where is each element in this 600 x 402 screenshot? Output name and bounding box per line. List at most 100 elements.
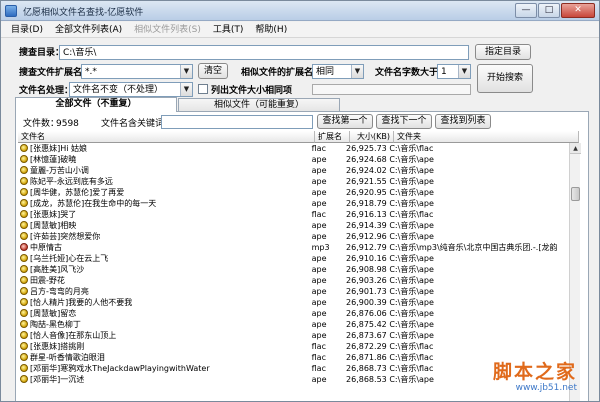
file-name-text: 吕方-弯弯的月亮 xyxy=(30,287,89,296)
table-row[interactable]: [邓丽华]寒鸦戏水TheJackdawPlayingwithWater flac 2… xyxy=(18,363,569,374)
table-row[interactable]: [张惠妹]Hi 姑娘 flac 26,925.73 C:\音乐\flac xyxy=(18,143,569,154)
cell-folder: C:\音乐\ape xyxy=(389,254,434,263)
cell-file-name: [张惠妹]搭挑刚 xyxy=(18,341,310,352)
cell-size: 26,908.98 xyxy=(346,265,387,274)
table-row[interactable]: 陈妃平-永远到底有多远 ape 26,921.55 C:\音乐\ape xyxy=(18,176,569,187)
ext-combo[interactable]: *.* ▼ xyxy=(81,64,193,79)
column-header-ext[interactable]: 扩展名 xyxy=(315,131,350,143)
cell-folder: C:\音乐\ape xyxy=(389,287,434,296)
table-row[interactable]: 陶喆-黑色柳丁 ape 26,875.42 C:\音乐\ape xyxy=(18,319,569,330)
tab-similar-files[interactable]: 相似文件（可能重复） xyxy=(178,98,340,112)
cell-ext: ape xyxy=(311,221,327,230)
audio-file-icon xyxy=(20,353,28,361)
cell-file-name: [高胜美]风飞沙 xyxy=(18,264,310,275)
audio-file-icon xyxy=(20,309,28,317)
scrollbar-thumb[interactable] xyxy=(571,187,580,201)
table-row[interactable]: [周慧敏]留恋 ape 26,876.06 C:\音乐\ape xyxy=(18,308,569,319)
file-count-value: 9598 xyxy=(56,119,79,129)
audio-file-icon xyxy=(20,320,28,328)
table-row[interactable]: 中原情古 mp3 26,912.79 C:\音乐\mp3\纯音乐\北京中国古典乐团.-… xyxy=(18,242,569,253)
menu-directory[interactable]: 目录(D) xyxy=(5,22,49,37)
table-row[interactable]: [恰人音像]在那东山顶上 ape 26,873.67 C:\音乐\ape xyxy=(18,330,569,341)
menu-help[interactable]: 帮助(H) xyxy=(249,22,293,37)
cell-file-name: [恰人音像]在那东山顶上 xyxy=(18,330,310,341)
table-row[interactable]: 童麗-万苦山小调 ape 26,924.02 C:\音乐\ape xyxy=(18,165,569,176)
audio-file-icon xyxy=(20,265,28,273)
search-dir-input[interactable]: C:\音乐\ xyxy=(59,45,469,60)
title-bar[interactable]: 亿愿相似文件名查找-亿愿软件 — □ ✕ xyxy=(1,1,599,21)
cell-folder: C:\音乐\ape xyxy=(389,155,434,164)
cell-size: 26,876.06 xyxy=(346,309,387,318)
keyword-input[interactable] xyxy=(161,115,313,129)
cell-size: 26,924.68 xyxy=(346,155,387,164)
minimize-button[interactable]: — xyxy=(515,3,537,18)
cell-file-name: [林憶蓮]破曉 xyxy=(18,154,310,165)
file-name-text: [恰人精片]我要的人他不要我 xyxy=(30,298,133,307)
cell-folder: C:\音乐\ape xyxy=(389,188,434,197)
chevron-down-icon[interactable]: ▼ xyxy=(351,65,363,78)
table-row[interactable]: [张惠妹]哭了 flac 26,916.13 C:\音乐\flac xyxy=(18,209,569,220)
cell-file-name: [周华健，苏慧伦]爱了再爱 xyxy=(18,187,310,198)
column-header-name[interactable]: 文件名 xyxy=(18,131,315,143)
audio-file-icon xyxy=(20,243,28,251)
table-row[interactable]: [成龙，苏慧伦]在我生命中的每一天 ape 26,918.79 C:\音乐\ape xyxy=(18,198,569,209)
cell-ext: ape xyxy=(311,276,327,285)
find-first-button[interactable]: 查找第一个 xyxy=(317,114,373,129)
table-row[interactable]: 吕方-弯弯的月亮 ape 26,901.73 C:\音乐\ape xyxy=(18,286,569,297)
cell-ext: ape xyxy=(311,309,327,318)
column-header-folder[interactable]: 文件夹 xyxy=(394,131,579,143)
cell-size: 26,925.73 xyxy=(346,144,387,153)
table-row[interactable]: [周慧敏]相映 ape 26,914.39 C:\音乐\ape xyxy=(18,220,569,231)
cell-ext: ape xyxy=(311,177,327,186)
audio-file-icon xyxy=(20,287,28,295)
chevron-down-icon[interactable]: ▼ xyxy=(180,65,192,78)
table-row[interactable]: [高胜美]风飞沙 ape 26,908.98 C:\音乐\ape xyxy=(18,264,569,275)
table-row[interactable]: [乌兰托娅]心在云上飞 ape 26,910.16 C:\音乐\ape xyxy=(18,253,569,264)
cell-size: 26,873.67 xyxy=(346,331,387,340)
table-row[interactable]: 田震-野花 ape 26,903.26 C:\音乐\ape xyxy=(18,275,569,286)
cell-folder: C:\音乐\ape xyxy=(389,265,434,274)
audio-file-icon xyxy=(20,177,28,185)
name-proc-combo[interactable]: 文件名不变（不处理） ▼ xyxy=(69,82,193,97)
cell-folder: C:\音乐\flac xyxy=(389,342,434,351)
min-chars-combo[interactable]: 1 ▼ xyxy=(437,64,471,79)
maximize-button[interactable]: □ xyxy=(538,3,560,18)
file-name-text: 中原情古 xyxy=(30,243,62,252)
find-next-button[interactable]: 查找下一个 xyxy=(376,114,432,129)
list-header: 文件名 扩展名 大小(KB) 文件夹 xyxy=(18,131,579,143)
audio-file-icon xyxy=(20,188,28,196)
file-list[interactable]: [张惠妹]Hi 姑娘 flac 26,925.73 C:\音乐\flac [林憶蓮]破曉… xyxy=(18,143,569,401)
choose-dir-button[interactable]: 指定目录 xyxy=(475,44,531,60)
menu-tools[interactable]: 工具(T) xyxy=(207,22,250,37)
table-row[interactable]: [恰人精片]我要的人他不要我 ape 26,900.39 C:\音乐\ape xyxy=(18,297,569,308)
close-button[interactable]: ✕ xyxy=(561,3,595,18)
scroll-up-icon[interactable]: ▲ xyxy=(570,143,581,154)
name-proc-value: 文件名不变（不处理） xyxy=(73,85,164,95)
app-window: 亿愿相似文件名查找-亿愿软件 — □ ✕ 目录(D) 全部文件列表(A) 相似文… xyxy=(0,0,600,402)
menu-similar-files[interactable]: 相似文件列表(S) xyxy=(128,22,207,37)
find-to-list-button[interactable]: 查找到列表 xyxy=(435,114,491,129)
audio-file-icon xyxy=(20,375,28,383)
cell-folder: C:\音乐\flac xyxy=(389,144,434,153)
cell-size: 26,912.96 xyxy=(346,232,387,241)
chevron-down-icon[interactable]: ▼ xyxy=(458,65,470,78)
chevron-down-icon[interactable]: ▼ xyxy=(180,83,192,96)
column-header-size[interactable]: 大小(KB) xyxy=(350,131,394,143)
audio-file-icon xyxy=(20,254,28,262)
table-row[interactable]: [邓丽华]一沉述 ape 26,868.53 C:\音乐\ape xyxy=(18,374,569,385)
cell-size: 26,875.42 xyxy=(346,320,387,329)
table-row[interactable]: [张惠妹]搭挑刚 flac 26,872.29 C:\音乐\flac xyxy=(18,341,569,352)
table-row[interactable]: [周华健，苏慧伦]爱了再爱 ape 26,920.95 C:\音乐\ape xyxy=(18,187,569,198)
menu-all-files[interactable]: 全部文件列表(A) xyxy=(49,22,128,37)
clear-button[interactable]: 清空 xyxy=(198,63,228,79)
table-row[interactable]: [林憶蓮]破曉 ape 26,924.68 C:\音乐\ape xyxy=(18,154,569,165)
tab-all-files[interactable]: 全部文件（不重复） xyxy=(15,97,177,112)
table-row[interactable]: 群星-听香情歌泊眼泪 flac 26,871.86 C:\音乐\flac xyxy=(18,352,569,363)
audio-file-icon xyxy=(20,298,28,306)
list-same-size-checkbox[interactable] xyxy=(198,84,208,94)
similar-ext-combo[interactable]: 相同 ▼ xyxy=(312,64,364,79)
table-row[interactable]: [许茹芸]突然想爱你 ape 26,912.96 C:\音乐\ape xyxy=(18,231,569,242)
cell-ext: ape xyxy=(311,298,327,307)
cell-size: 26,920.95 xyxy=(346,188,387,197)
start-search-button[interactable]: 开始搜索 xyxy=(477,64,533,93)
